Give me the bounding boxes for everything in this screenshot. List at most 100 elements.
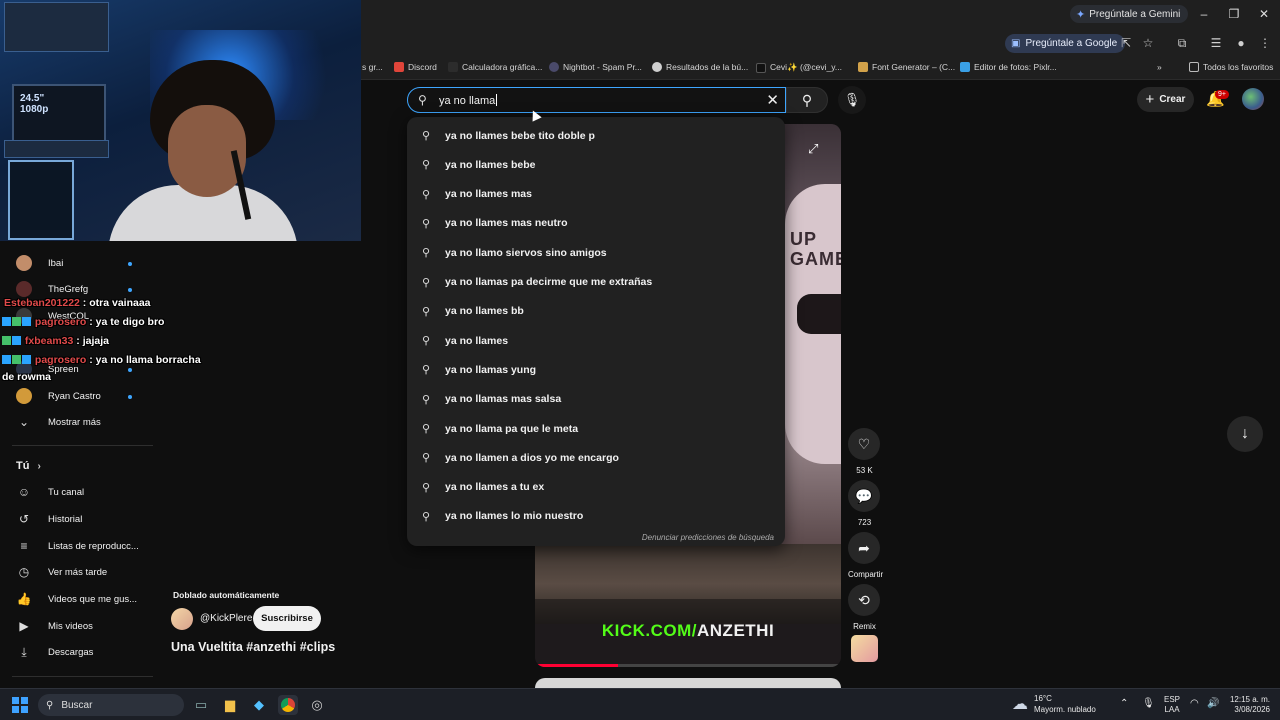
suggestion-item[interactable]: ⚲ ya no llamen a dios yo me encargo (407, 443, 785, 472)
bookmark-label: Calculadora gráfica... (462, 62, 543, 72)
sidebar-item-your-channel[interactable]: ☺ Tu canal (16, 482, 84, 502)
suggestion-label: ya no llama pa que le meta (445, 422, 579, 435)
pc-case (8, 160, 74, 240)
sidebar-item-ryan-castro[interactable]: Ryan Castro (16, 386, 101, 406)
microphone-tray-icon[interactable]: 🎙 (1142, 698, 1155, 709)
clear-search-icon[interactable]: ✕ (766, 91, 779, 109)
bookmark-item[interactable]: Editor de fotos: Pixlr... (960, 62, 1057, 72)
next-video-button[interactable]: ↓ (1227, 416, 1263, 452)
app-icon[interactable]: ◆ (249, 695, 269, 715)
suggestion-item[interactable]: ⚲ ya no llamo siervos sino amigos (407, 238, 785, 267)
task-view-icon[interactable]: ▭ (191, 695, 211, 715)
search-icon: ⚲ (421, 481, 431, 494)
bookmarks-overflow-icon[interactable]: » (1157, 62, 1162, 72)
volume-icon[interactable]: 🔊 (1207, 698, 1219, 709)
sidebar-item-your-videos[interactable]: ▶ Mis videos (16, 616, 93, 636)
sidebar-item-downloads[interactable]: ⤓ Descargas (16, 642, 93, 662)
report-predictions-link[interactable]: Denunciar predicciones de búsqueda (642, 533, 774, 542)
suggestion-item[interactable]: ⚲ ya no llamas pa decirme que me extrañas (407, 268, 785, 297)
suggestion-item[interactable]: ⚲ ya no llames bebe (407, 150, 785, 179)
search-button[interactable]: ⚲ (786, 87, 828, 113)
bookmark-item[interactable]: Calculadora gráfica... (448, 62, 542, 72)
account-avatar[interactable] (1242, 88, 1264, 110)
sub-badge-icon (12, 355, 21, 364)
file-explorer-icon[interactable]: ▆ (220, 695, 240, 715)
close-window-button[interactable]: ✕ (1248, 4, 1280, 24)
like-action[interactable]: ♡ 53 K (848, 428, 881, 475)
sidebar-item-ibai[interactable]: Ibai (16, 253, 63, 273)
suggestion-item[interactable]: ⚲ ya no llama pa que le meta (407, 414, 785, 443)
minimize-button[interactable]: – (1188, 4, 1220, 24)
sidebar-item-thegrefg[interactable]: TheGrefg (16, 279, 88, 299)
sub-badge-icon (2, 336, 11, 345)
bookmark-item[interactable]: Resultados de la bú... (652, 62, 748, 72)
wifi-icon[interactable]: ◠ (1190, 698, 1199, 709)
comments-action[interactable]: 💬 723 (848, 480, 881, 527)
taskbar-search[interactable]: ⚲ Buscar (38, 694, 184, 716)
reading-list-icon[interactable]: ☰ (1208, 35, 1224, 51)
ask-google-label: Pregúntale a Google (1025, 38, 1118, 49)
input-language[interactable]: ESP LAA (1164, 695, 1180, 715)
ask-gemini-button[interactable]: ✦ Pregúntale a Gemini (1070, 5, 1189, 23)
install-icon[interactable]: ⇱ (1118, 35, 1134, 51)
remix-action[interactable]: ⟲ Remix (848, 584, 881, 631)
user-icon: ☺ (17, 485, 31, 499)
sidebar-item-playlists[interactable]: ≡ Listas de reproducc... (16, 536, 138, 556)
you-heading-label: Tú (16, 460, 30, 472)
bookmark-star-icon[interactable]: ☆ (1140, 35, 1156, 51)
lens-icon: ▣ (1011, 38, 1021, 49)
create-button[interactable]: + Crear (1137, 87, 1194, 112)
sidebar-item-history[interactable]: ↺ Historial (16, 509, 82, 529)
kebab-menu-icon[interactable]: ⋮ (1257, 35, 1273, 51)
search-icon: ⚲ (46, 699, 54, 711)
weather-widget[interactable]: ☁ 16°C Mayorm. nublado (1012, 693, 1096, 715)
subscribe-button[interactable]: Suscribirse (253, 606, 321, 631)
channel-avatar[interactable] (171, 608, 193, 630)
fullscreen-expand-icon[interactable]: ⤢ (808, 141, 818, 157)
channel-name[interactable]: @KickPlere (200, 613, 252, 624)
start-button[interactable] (12, 697, 28, 713)
search-icon: ⚲ (421, 188, 431, 201)
obs-icon[interactable]: ◎ (307, 695, 327, 715)
bookmark-item[interactable]: Font Generator – (C... (858, 62, 955, 72)
suggestion-label: ya no llames mas (445, 188, 532, 201)
ask-google-button[interactable]: ▣ Pregúntale a Google (1005, 34, 1126, 53)
bookmark-item[interactable]: Cevi✨ (@cevi_y... (756, 62, 842, 73)
bookmark-label: s gr... (362, 62, 383, 72)
video-progress-bar[interactable] (535, 664, 841, 667)
suggestion-item[interactable]: ⚲ ya no llames bebe tito doble p (407, 121, 785, 150)
profile-icon[interactable]: ● (1233, 35, 1249, 51)
sound-thumbnail[interactable] (851, 635, 878, 662)
all-bookmarks-button[interactable]: Todos los favoritos (1189, 62, 1273, 72)
maximize-button[interactable]: ❐ (1218, 4, 1250, 24)
share-action[interactable]: ➦ Compartir (848, 532, 883, 579)
suggestion-item[interactable]: ⚲ ya no llames mas (407, 180, 785, 209)
show-more-button[interactable]: ⌄ Mostrar más (16, 412, 101, 432)
suggestion-item[interactable]: ⚲ ya no llames lo mio nuestro (407, 502, 785, 531)
sub-badge-icon (22, 355, 31, 364)
sub-badge-icon (22, 317, 31, 326)
suggestion-item[interactable]: ⚲ ya no llames (407, 326, 785, 355)
avatar (16, 388, 32, 404)
extensions-icon[interactable]: ⧉ (1174, 35, 1190, 51)
bookmark-item[interactable]: Nightbot - Spam Pr... (549, 62, 642, 72)
taskbar-clock[interactable]: 12:15 a. m. 3/08/2026 (1226, 695, 1270, 715)
suggestion-item[interactable]: ⚲ ya no llames a tu ex (407, 473, 785, 502)
short-title[interactable]: Una Vueltita #anzethi #clips (171, 640, 335, 654)
kick-domain: KICK.COM/ (601, 621, 697, 640)
search-input[interactable]: ⚲ ya no llama ✕ (407, 87, 786, 113)
tray-chevron-icon[interactable]: ⌃ (1120, 698, 1128, 709)
chat-text: : ya no llama borracha (86, 354, 201, 366)
suggestion-item[interactable]: ⚲ ya no llamas yung (407, 355, 785, 384)
bookmark-item[interactable]: s gr... (362, 62, 383, 72)
sidebar-item-liked-videos[interactable]: 👍 Videos que me gus... (16, 589, 138, 609)
chat-message: pagrosero : ya no llama borracha (2, 354, 201, 366)
sidebar-item-watch-later[interactable]: ◷ Ver más tarde (16, 562, 107, 582)
suggestion-item[interactable]: ⚲ ya no llames mas neutro (407, 209, 785, 238)
suggestion-item[interactable]: ⚲ ya no llames bb (407, 297, 785, 326)
bookmark-item[interactable]: Discord (394, 62, 437, 72)
suggestion-item[interactable]: ⚲ ya no llamas mas salsa (407, 385, 785, 414)
voice-search-button[interactable]: 🎙 (838, 86, 866, 114)
you-section-heading[interactable]: Tú › (16, 460, 41, 472)
chrome-taskbar-icon[interactable] (278, 695, 298, 715)
